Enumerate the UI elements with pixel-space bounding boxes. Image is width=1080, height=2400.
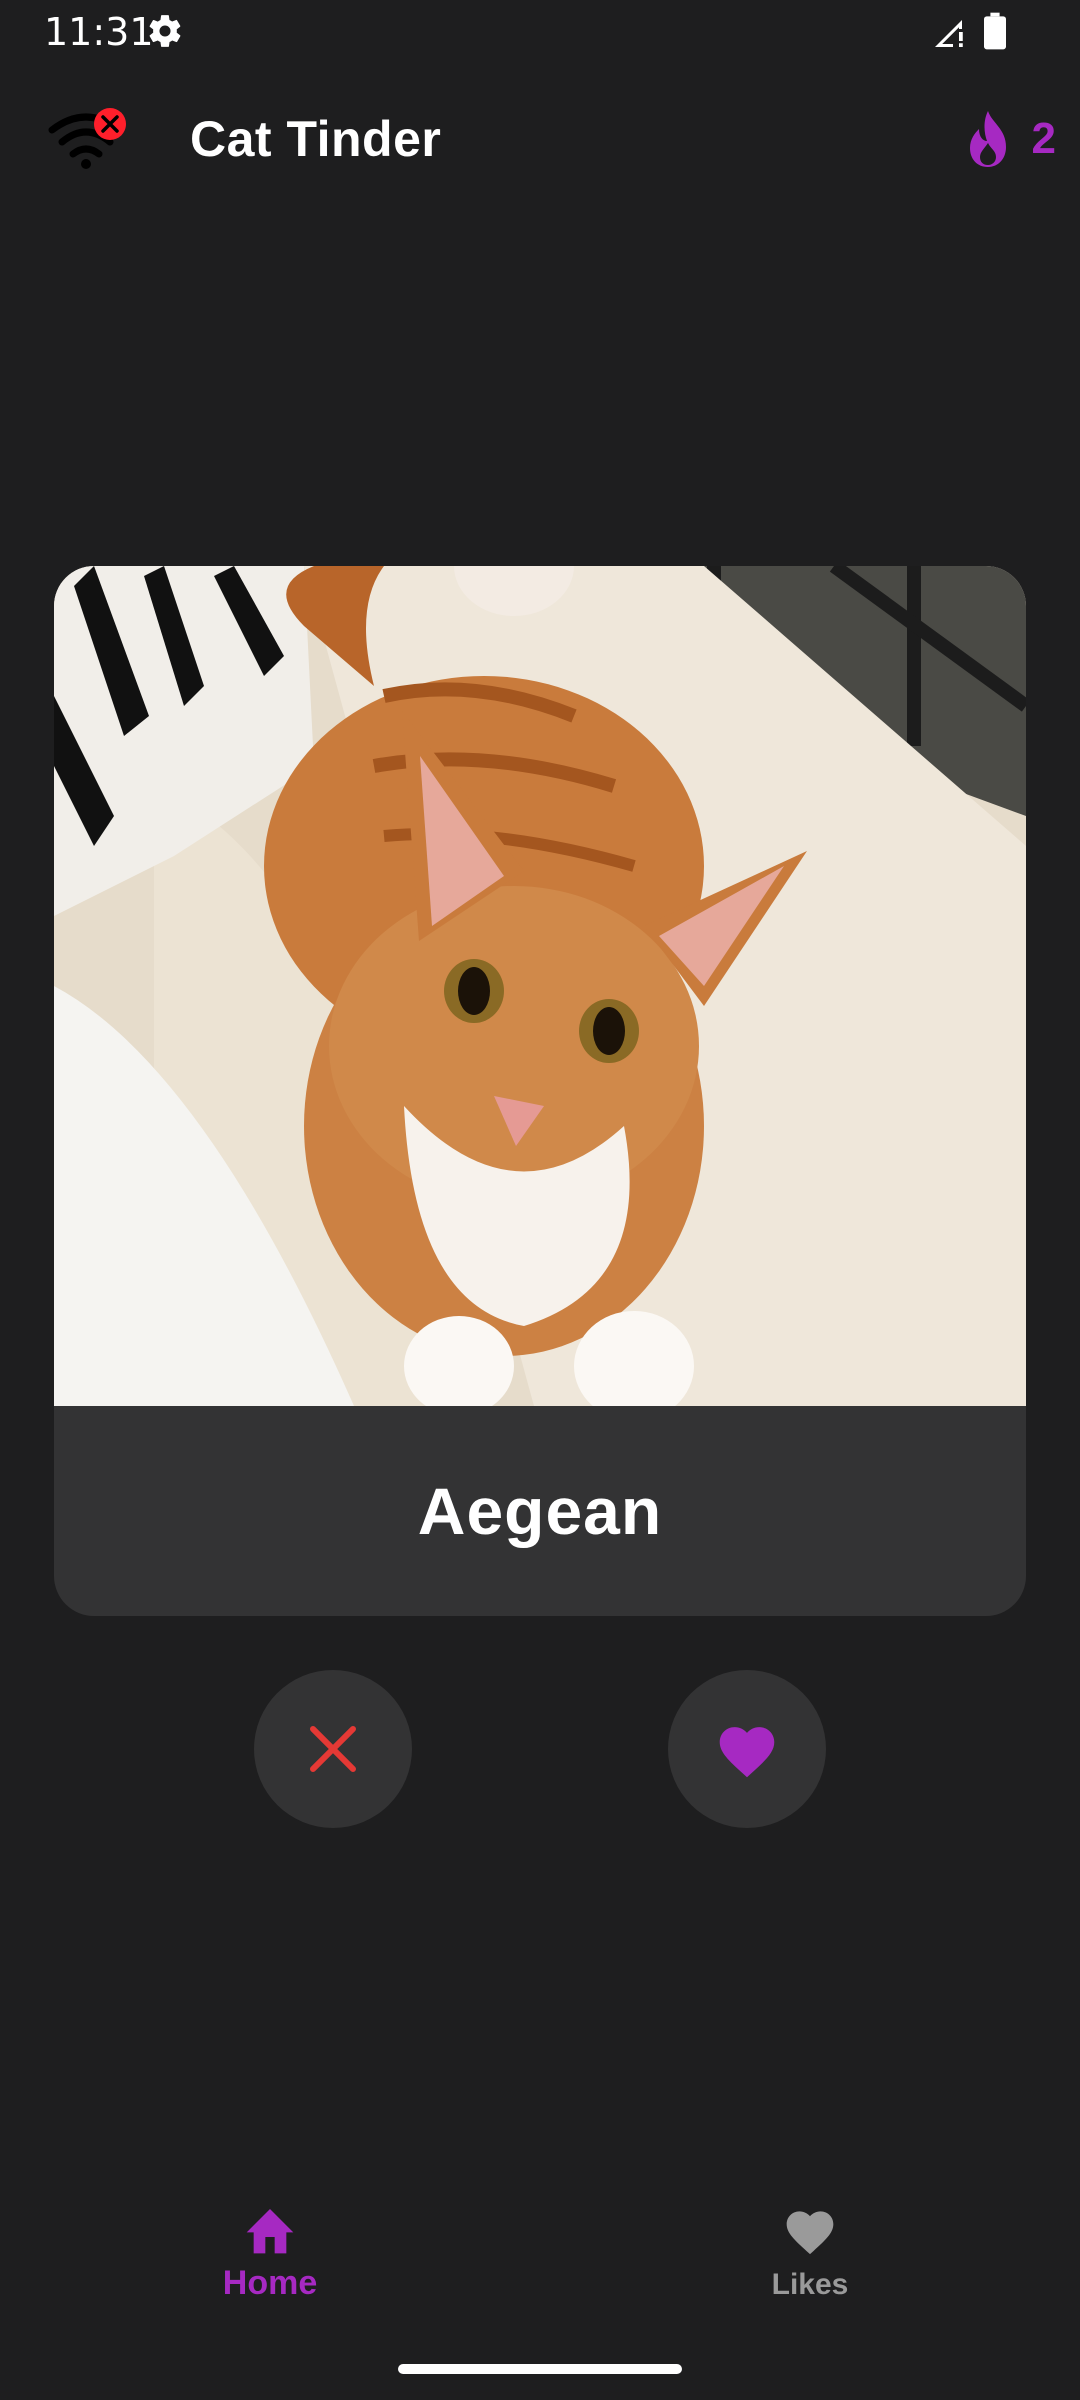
cat-photo [54,566,1026,1406]
cat-name: Aegean [417,1474,663,1548]
app-bar: Cat Tinder 2 [0,84,1080,194]
nav-item-likes[interactable]: Likes [660,2204,960,2324]
gesture-bar[interactable] [398,2364,682,2374]
nav-item-home[interactable]: Home [120,2204,420,2324]
cat-card[interactable]: Aegean [54,566,1026,1616]
status-time: 11:31 [44,10,154,54]
home-icon [246,2209,294,2254]
heart-icon [786,2211,834,2255]
screen: 11:31 Cat Tinder 2 Aegean Home Likes [0,0,1080,2400]
nav-label-likes: Likes [771,2268,849,2301]
flame-icon [969,111,1006,167]
wifi-off-icon[interactable] [44,106,134,176]
streak-counter: 2 [962,104,1056,174]
dislike-button[interactable] [254,1670,412,1828]
gear-icon [149,15,181,47]
heart-icon [719,1727,775,1778]
close-icon [310,1726,356,1772]
streak-count: 2 [1031,114,1056,163]
app-title: Cat Tinder [190,111,442,167]
like-button[interactable] [668,1670,826,1828]
nav-label-home: Home [222,2264,318,2302]
battery-icon [984,12,1006,50]
bottom-nav: Home Likes [0,2180,1080,2350]
signal-icon [935,20,963,47]
status-bar: 11:31 [0,0,1080,64]
